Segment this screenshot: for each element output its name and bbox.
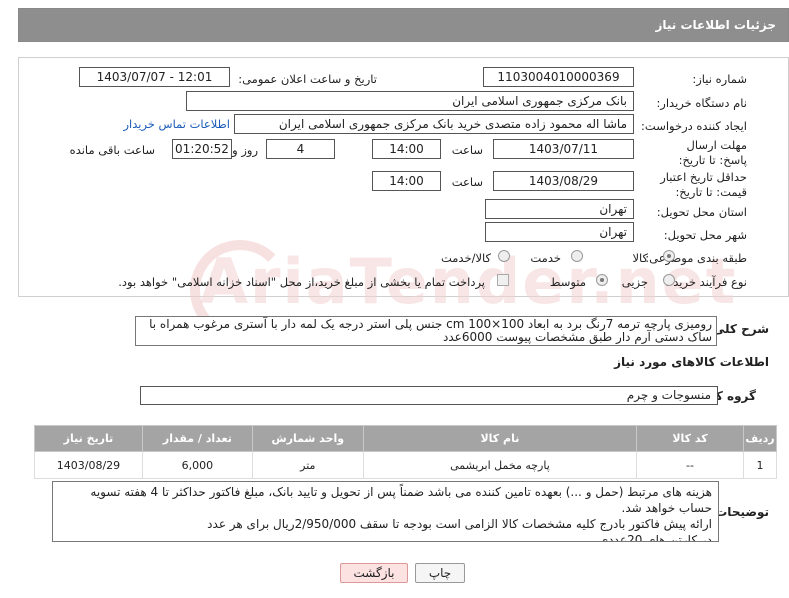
back-button[interactable]: بازگشت [340,563,408,583]
deadline-time-label: ساعت [451,143,483,157]
need-number-label: شماره نیاز: [692,72,747,86]
cell-quantity: 6,000 [141,451,253,479]
cell-item-code: -- [636,451,744,479]
buyer-notes-box: هزینه های مرتبط (حمل و ...) بعهده تامین … [52,481,719,542]
goods-table: ردیف کد کالا نام کالا واحد شمارش تعداد /… [34,425,778,479]
goods-table-header: ردیف کد کالا نام کالا واحد شمارش تعداد /… [34,425,778,452]
treasury-payment-note: پرداخت تمام یا بخشی از مبلغ خرید،از محل … [118,275,485,289]
process-partial-label: جزیی [621,275,648,289]
buyer-contact-link[interactable]: اطلاعات تماس خریدار [123,117,230,131]
table-row: 1 -- پارچه مخمل ابریشمی متر 6,000 1403/0… [34,451,778,479]
category-service-label: خدمت [530,251,561,265]
province-field: تهران [485,199,634,219]
category-service-radio[interactable] [571,250,583,262]
category-label: طبقه بندی موضوعی: [645,251,747,265]
cell-unit: متر [251,451,364,479]
province-label: استان محل تحویل: [656,205,747,219]
buyer-org-label: نام دستگاه خریدار: [656,96,747,110]
process-medium-radio[interactable] [596,274,608,286]
price-validity-time-field: 14:00 [372,171,441,191]
announce-datetime-label: تاریخ و ساعت اعلان عمومی: [238,72,377,86]
cell-need-date: 1403/08/29 [34,451,143,479]
deadline-label: مهلت ارسال پاسخ: تا تاریخ: [678,138,747,167]
price-validity-label: حداقل تاریخ اعتبار قیمت: تا تاریخ: [660,170,747,199]
general-desc-text: رومیزی پارچه ترمه 7رنگ برد به ابعاد 100×… [135,316,717,346]
buyer-notes-line1: هزینه های مرتبط (حمل و ...) بعهده تامین … [90,485,712,515]
buyer-notes-line3: در کارتن های 20عددی [598,533,712,542]
category-goods-service-label: کالا/خدمت [440,251,491,265]
col-need-date: تاریخ نیاز [34,425,143,452]
col-item-code: کد کالا [636,425,744,452]
city-label: شهر محل تحویل: [663,228,747,242]
requester-label: ایجاد کننده درخواست: [641,119,747,133]
requester-field: ماشا اله محمود زاده متصدی خرید بانک مرکز… [234,114,634,134]
remaining-time-label: ساعت باقی مانده [69,143,155,157]
city-field: تهران [485,222,634,242]
process-type-label: نوع فرآیند خرید : [665,275,747,289]
price-validity-time-label: ساعت [451,175,483,189]
need-number-field: 1103004010000369 [483,67,634,87]
process-medium-label: متوسط [549,275,586,289]
page-header: جزئیات اطلاعات نیاز [18,8,789,42]
col-unit: واحد شمارش [251,425,364,452]
category-goods-label: کالا [632,251,648,265]
page-title: جزئیات اطلاعات نیاز [655,18,776,32]
deadline-time-field: 14:00 [372,139,441,159]
process-partial-radio[interactable] [663,274,675,286]
remaining-time-field: 01:20:52 [172,139,232,159]
buyer-notes-line2: ارائه پیش فاکتور بادرج کلیه مشخصات کالا … [207,517,712,531]
col-quantity: تعداد / مقدار [141,425,253,452]
col-row-number: ردیف [742,425,778,452]
col-item-name: نام کالا [362,425,638,452]
category-goods-service-radio[interactable] [498,250,510,262]
cell-item-name: پارچه مخمل ابریشمی [362,451,638,479]
days-remaining-field: 4 [266,139,335,159]
days-label: روز و [232,143,258,157]
deadline-date-field: 1403/07/11 [493,139,634,159]
goods-info-title: اطلاعات کالاهای مورد نیاز [614,355,769,369]
announce-datetime-field: 1403/07/07 - 12:01 [79,67,230,87]
print-button[interactable]: چاپ [415,563,465,583]
treasury-payment-checkbox[interactable] [497,274,509,286]
buyer-org-field: بانک مرکزی جمهوری اسلامی ایران [186,91,634,111]
price-validity-date-field: 1403/08/29 [493,171,634,191]
category-goods-radio[interactable] [663,250,675,262]
cell-row-number: 1 [742,451,778,479]
goods-group-field: منسوجات و چرم [140,386,718,405]
